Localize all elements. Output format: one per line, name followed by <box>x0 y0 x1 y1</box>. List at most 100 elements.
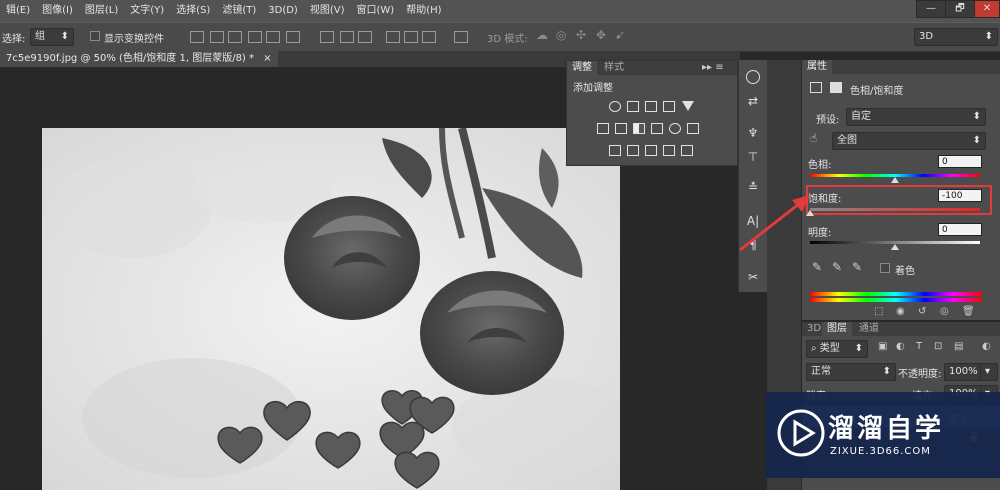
hue-saturation-icon[interactable] <box>597 123 609 134</box>
auto-align-icon[interactable] <box>454 31 468 43</box>
align-vcenter-icon[interactable] <box>210 31 224 43</box>
filter-toggle-icon[interactable]: ◐ <box>982 341 991 352</box>
chevron-down-icon: ⬍ <box>854 343 863 354</box>
distribute-hcenter-icon[interactable] <box>404 31 418 43</box>
filter-shape-icon[interactable]: ⊡ <box>934 341 942 352</box>
align-right-icon[interactable] <box>286 31 300 43</box>
menu-type[interactable]: 文字(Y) <box>124 0 170 22</box>
gradient-map-icon[interactable] <box>663 145 675 156</box>
3d-roll-icon[interactable]: ◎ <box>556 28 566 42</box>
menu-select[interactable]: 选择(S) <box>170 0 216 22</box>
menu-help[interactable]: 帮助(H) <box>400 0 447 22</box>
panel-menu-icon[interactable]: ▸▸ ≡ <box>697 61 729 75</box>
minimize-button[interactable]: — <box>916 0 946 18</box>
targeted-adjust-icon[interactable]: ☝ <box>810 131 817 145</box>
channel-mixer-icon[interactable] <box>669 123 681 134</box>
menu-layer[interactable]: 图层(L) <box>79 0 124 22</box>
mask-icon[interactable] <box>830 82 842 93</box>
exposure-icon[interactable] <box>663 101 675 112</box>
visibility-icon[interactable]: ◎ <box>940 306 949 317</box>
menu-window[interactable]: 窗口(W) <box>351 0 401 22</box>
eyedropper-subtract-icon[interactable]: ✎ <box>852 260 862 274</box>
3d-rotate-icon[interactable]: ☁ <box>536 28 548 42</box>
close-window-button[interactable]: ✕ <box>974 0 1000 18</box>
menu-image[interactable]: 图像(I) <box>36 0 79 22</box>
layer-filter-dropdown[interactable]: ⌕ 类型 ⬍ <box>806 340 868 358</box>
tab-layers[interactable]: 图层 <box>822 322 852 336</box>
lightness-slider-thumb[interactable] <box>891 244 899 250</box>
align-hcenter-icon[interactable] <box>266 31 280 43</box>
colorize-checkbox[interactable] <box>880 263 890 273</box>
color-balance-icon[interactable] <box>615 123 627 134</box>
saturation-input[interactable]: -100 <box>938 189 982 202</box>
reset-icon[interactable]: ↺ <box>918 306 926 317</box>
menu-edit[interactable]: 辑(E) <box>0 0 36 22</box>
filter-type-icon[interactable]: T <box>916 341 922 352</box>
show-transform-checkbox[interactable] <box>90 31 100 41</box>
preset-dropdown[interactable]: 自定 ⬍ <box>846 108 986 126</box>
eyedropper-add-icon[interactable]: ✎ <box>832 260 842 274</box>
tab-styles[interactable]: 样式 <box>599 61 629 75</box>
saturation-slider[interactable] <box>810 208 980 211</box>
tab-properties[interactable]: 属性 <box>802 60 832 74</box>
distribute-top-icon[interactable] <box>320 31 334 43</box>
eyedropper-icon[interactable]: ✎ <box>812 260 822 274</box>
brush-icon[interactable]: ♆ <box>746 126 760 140</box>
3d-slide-icon[interactable]: ✥ <box>596 28 606 42</box>
distribute-left-icon[interactable] <box>386 31 400 43</box>
black-white-icon[interactable] <box>633 123 645 134</box>
restore-button[interactable]: 🗗 <box>945 0 975 18</box>
lightness-input[interactable]: 0 <box>938 223 982 236</box>
align-left-icon[interactable] <box>248 31 262 43</box>
curves-icon[interactable] <box>645 101 657 112</box>
threshold-icon[interactable] <box>645 145 657 156</box>
workspace-dropdown[interactable]: 3D ⬍ <box>914 28 998 46</box>
invert-icon[interactable] <box>609 145 621 156</box>
tool-presets-icon[interactable]: ✂ <box>746 270 760 284</box>
close-tab-icon[interactable]: × <box>263 53 271 64</box>
hue-slider-thumb[interactable] <box>891 177 899 183</box>
preset-value: 自定 <box>851 111 871 122</box>
delete-icon[interactable]: 🗑 <box>962 306 975 317</box>
auto-select-dropdown[interactable]: 组 ⬍ <box>30 28 74 46</box>
hue-input[interactable]: 0 <box>938 155 982 168</box>
blend-mode-value: 正常 <box>811 366 831 377</box>
layer-filter-value: 类型 <box>819 343 840 354</box>
distribute-right-icon[interactable] <box>422 31 436 43</box>
distribute-vcenter-icon[interactable] <box>340 31 354 43</box>
properties-panel: 属性 色相/饱和度 预设: 自定 ⬍ ☝ 全图 ⬍ 色相: 0 饱和度: -100 … <box>802 60 1000 320</box>
filter-smart-icon[interactable]: ▤ <box>954 341 963 352</box>
levels-icon[interactable] <box>627 101 639 112</box>
navigator-icon[interactable]: ⇄ <box>746 94 760 108</box>
adjustments-panel-icon[interactable] <box>746 70 760 84</box>
filter-adjust-icon[interactable]: ◐ <box>896 341 905 352</box>
document-tab[interactable]: 7c5e9190f.jpg @ 50% (色相/饱和度 1, 图层蒙版/8) *… <box>0 51 278 67</box>
brush-presets-icon[interactable]: ⊤ <box>746 150 760 164</box>
document-canvas[interactable] <box>42 128 620 490</box>
workspace-value: 3D <box>919 31 934 42</box>
menu-filter[interactable]: 滤镜(T) <box>216 0 262 22</box>
3d-drag-icon[interactable]: ✣ <box>576 28 586 42</box>
menu-3d[interactable]: 3D(D) <box>262 0 304 22</box>
menu-view[interactable]: 视图(V) <box>304 0 351 22</box>
chevron-down-icon: ⬍ <box>972 135 981 146</box>
filter-pixel-icon[interactable]: ▣ <box>878 341 887 352</box>
vibrance-icon[interactable] <box>682 101 694 111</box>
menu-bar: 辑(E) 图像(I) 图层(L) 文字(Y) 选择(S) 滤镜(T) 3D(D) 视图(V) 窗… <box>0 0 1000 22</box>
channel-dropdown[interactable]: 全图 ⬍ <box>832 132 986 150</box>
brightness-icon[interactable] <box>609 101 621 112</box>
opacity-stepper[interactable]: ▾ <box>980 363 998 381</box>
photo-filter-icon[interactable] <box>651 123 663 134</box>
view-previous-icon[interactable]: ◉ <box>896 306 905 317</box>
align-top-icon[interactable] <box>190 31 204 43</box>
distribute-bottom-icon[interactable] <box>358 31 372 43</box>
selective-color-icon[interactable] <box>681 145 693 156</box>
3d-scale-icon[interactable]: ➹ <box>615 28 625 42</box>
align-bottom-icon[interactable] <box>228 31 242 43</box>
tab-channels[interactable]: 通道 <box>854 322 884 336</box>
tab-adjustments[interactable]: 调整 <box>567 61 597 75</box>
color-lookup-icon[interactable] <box>687 123 699 134</box>
posterize-icon[interactable] <box>627 145 639 156</box>
blend-mode-dropdown[interactable]: 正常 ⬍ <box>806 363 896 381</box>
clip-to-layer-icon[interactable]: ⬚ <box>874 306 883 317</box>
